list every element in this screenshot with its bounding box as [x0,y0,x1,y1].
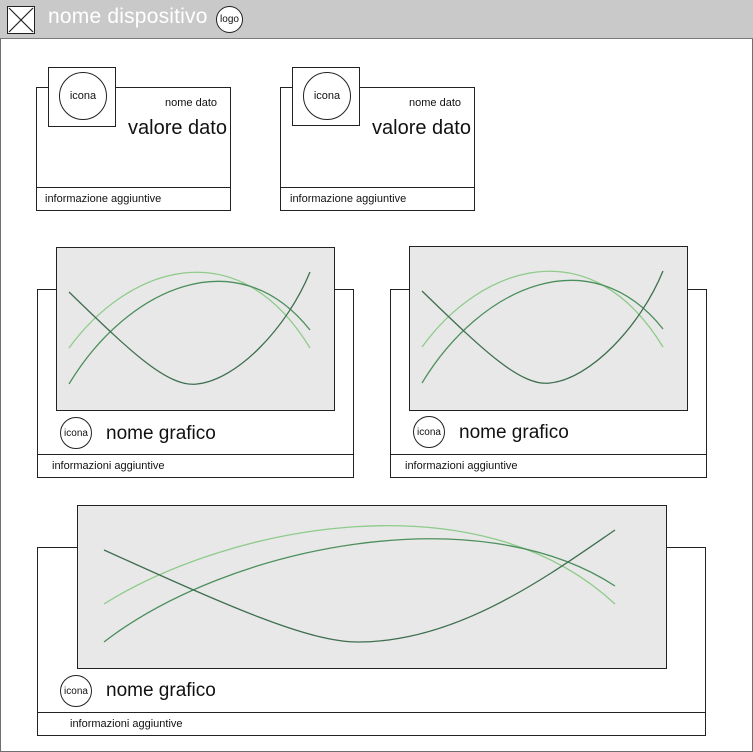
footer-text: informazioni aggiuntive [52,460,165,472]
footer-text: informazioni aggiuntive [405,460,518,472]
card-footer: informazione aggiuntive [37,187,230,210]
chart-card-2-icon: icona [413,416,445,448]
data-value: valore dato [372,117,471,139]
chart-placeholder-1 [56,247,335,411]
data-name-label: nome dato [409,97,461,109]
chart-name: nome grafico [106,680,216,701]
chart-card-3-icon: icona [60,675,92,707]
footer-text: informazioni aggiuntive [70,718,183,730]
curve-dark [68,271,311,385]
card-footer: informazione aggiuntive [281,187,474,210]
data-name-label: nome dato [165,97,217,109]
curve-dark [421,270,664,384]
card-footer: informazioni aggiuntive [38,454,353,477]
footer-text: informazione aggiuntive [290,193,407,205]
chart-name: nome grafico [106,423,216,444]
footer-text: informazione aggiuntive [45,193,162,205]
data-card-1-icon: icona [59,72,107,120]
curve-dark [103,529,616,643]
card-footer: informazioni aggiuntive [38,712,705,735]
chart-name: nome grafico [459,422,569,443]
logo: logo [216,6,243,33]
chart-placeholder-2 [409,246,688,411]
data-card-2-icon-box: icona [292,67,360,126]
chart-card-1-icon: icona [60,417,92,449]
data-card-1-icon-box: icona [48,67,116,127]
chart-placeholder-3 [77,505,667,669]
top-bar: nome dispositivo logo [0,0,753,39]
close-x-icon[interactable] [7,6,35,34]
card-footer: informazioni aggiuntive [391,454,706,477]
device-name-title: nome dispositivo [48,5,208,28]
data-value: valore dato [128,117,227,139]
curve-light [103,524,616,605]
data-card-2-icon: icona [303,72,351,120]
